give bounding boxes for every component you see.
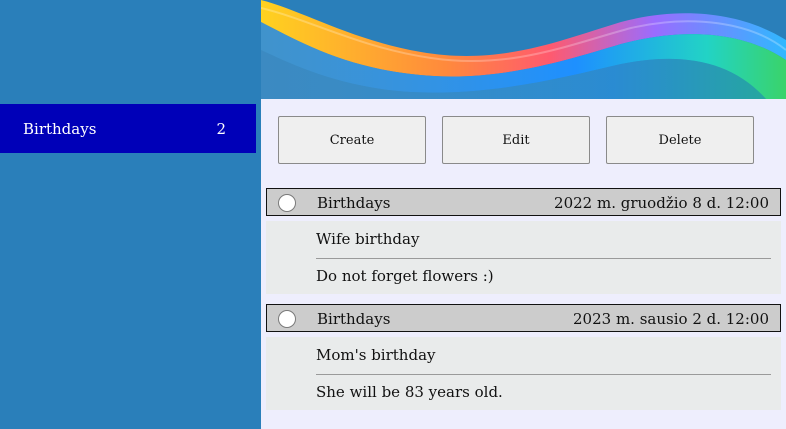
event-category: Birthdays bbox=[317, 310, 391, 328]
event-select-radio[interactable] bbox=[278, 194, 296, 212]
event-title: Wife birthday bbox=[316, 230, 420, 248]
edit-button[interactable]: Edit bbox=[442, 116, 590, 164]
sidebar-item-count: 2 bbox=[216, 120, 226, 138]
main-content: Create Edit Delete Birthdays 2022 m. gru… bbox=[261, 99, 786, 429]
event-divider bbox=[316, 374, 771, 375]
decorative-wave-graphic bbox=[261, 0, 786, 99]
toolbar: Create Edit Delete bbox=[278, 116, 756, 165]
event-datetime: 2023 m. sausio 2 d. 12:00 bbox=[573, 310, 769, 328]
sidebar-item-label: Birthdays bbox=[23, 120, 97, 138]
event-description: Do not forget flowers :) bbox=[316, 267, 494, 285]
event-card: Birthdays 2023 m. sausio 2 d. 12:00 Mom'… bbox=[266, 304, 781, 410]
create-button[interactable]: Create bbox=[278, 116, 426, 164]
event-body: Mom's birthday She will be 83 years old. bbox=[266, 337, 781, 410]
event-header[interactable]: Birthdays 2023 m. sausio 2 d. 12:00 bbox=[266, 304, 781, 332]
sidebar-item-birthdays[interactable]: Birthdays 2 bbox=[0, 104, 256, 153]
event-header[interactable]: Birthdays 2022 m. gruodžio 8 d. 12:00 bbox=[266, 188, 781, 216]
event-select-radio[interactable] bbox=[278, 310, 296, 328]
event-divider bbox=[316, 258, 771, 259]
event-title: Mom's birthday bbox=[316, 346, 436, 364]
event-body: Wife birthday Do not forget flowers :) bbox=[266, 221, 781, 294]
event-datetime: 2022 m. gruodžio 8 d. 12:00 bbox=[554, 194, 769, 212]
event-description: She will be 83 years old. bbox=[316, 383, 503, 401]
header-banner bbox=[261, 0, 786, 99]
sidebar: Birthdays 2 bbox=[0, 104, 256, 153]
event-card: Birthdays 2022 m. gruodžio 8 d. 12:00 Wi… bbox=[266, 188, 781, 294]
event-category: Birthdays bbox=[317, 194, 391, 212]
delete-button[interactable]: Delete bbox=[606, 116, 754, 164]
